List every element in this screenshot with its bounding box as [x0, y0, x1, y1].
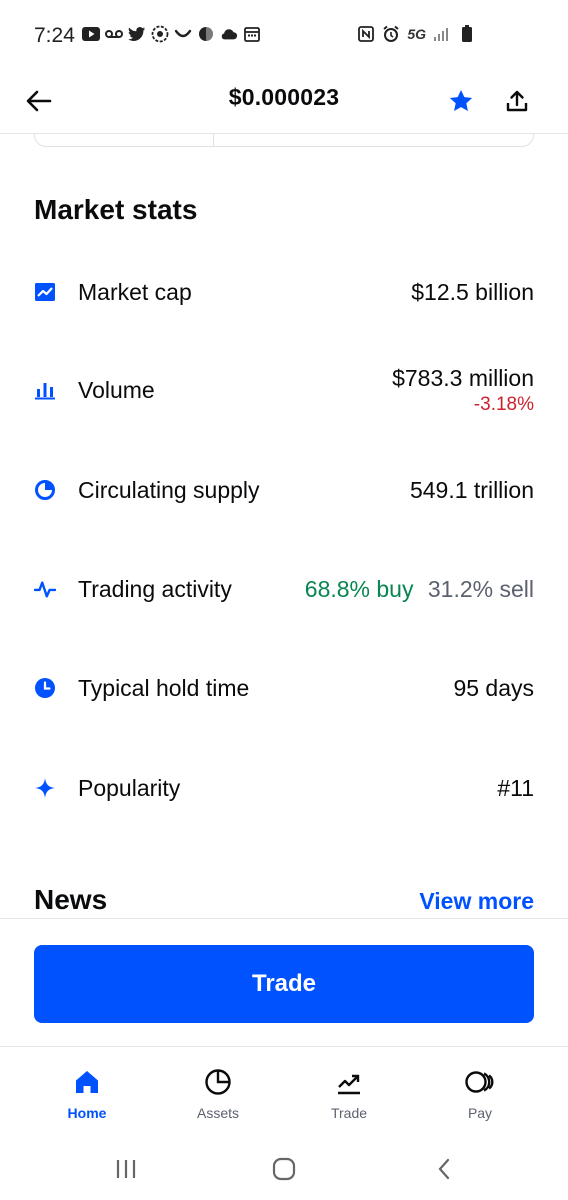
trade-panel: Trade	[0, 918, 568, 1046]
stat-label: Market cap	[78, 278, 192, 305]
scrolled-card-edge	[34, 134, 534, 147]
home-system-button[interactable]	[267, 1152, 301, 1186]
stat-value: 95 days	[453, 674, 534, 701]
sparkle-icon	[34, 777, 56, 799]
stat-row-market-cap[interactable]: Market cap $12.5 billion	[34, 262, 534, 322]
back-system-button[interactable]	[427, 1152, 461, 1186]
trade-button[interactable]: Trade	[34, 945, 534, 1023]
bottom-nav: Home Assets Trade Pay	[0, 1046, 568, 1138]
stat-value: #11	[497, 774, 534, 801]
stat-value: $783.3 million	[392, 364, 534, 391]
nav-assets[interactable]: Assets	[168, 1065, 268, 1121]
nav-home[interactable]: Home	[37, 1065, 137, 1121]
battery-icon	[458, 25, 476, 43]
smile-icon	[174, 25, 192, 43]
pulse-icon	[34, 578, 56, 600]
stat-row-trading-activity[interactable]: Trading activity 68.8% buy 31.2% sell	[34, 559, 534, 619]
page-title: $0.000023	[228, 84, 340, 110]
voicemail-icon	[105, 25, 123, 43]
status-bar: 7:24 5G	[0, 0, 568, 70]
trend-up-icon	[338, 1074, 360, 1095]
android-nav-bar	[0, 1138, 568, 1200]
sell-percentage: 31.2% sell	[427, 575, 534, 602]
signal-app-icon	[151, 25, 169, 43]
stat-label: Popularity	[78, 774, 181, 801]
watchlist-star-button[interactable]	[444, 84, 478, 118]
market-stats-title: Market stats	[34, 194, 198, 225]
status-time: 7:24	[34, 24, 75, 47]
nfc-icon	[357, 25, 375, 43]
star-icon	[449, 89, 473, 111]
nav-label: Assets	[196, 1105, 239, 1121]
news-header: News View more	[34, 884, 534, 920]
stat-value-group: $783.3 million -3.18%	[392, 365, 534, 416]
stat-row-popularity[interactable]: Popularity #11	[34, 758, 534, 818]
chevron-left-icon	[438, 1158, 450, 1180]
nav-label: Trade	[330, 1105, 368, 1121]
youtube-icon	[82, 25, 100, 43]
pie-chart-icon	[34, 479, 56, 501]
pie-chart-icon	[205, 1069, 231, 1095]
nav-trade[interactable]: Trade	[299, 1065, 399, 1121]
cloud-icon	[220, 25, 238, 43]
view-more-link[interactable]: View more	[419, 888, 534, 915]
alarm-icon	[382, 25, 400, 43]
buy-percentage: 68.8% buy	[304, 575, 414, 602]
stat-row-volume[interactable]: Volume $783.3 million -3.18%	[34, 360, 534, 420]
clock-icon	[34, 677, 56, 699]
system-icons: 5G	[357, 25, 476, 43]
stat-row-circulating-supply[interactable]: Circulating supply 549.1 trillion	[34, 460, 534, 520]
stat-label: Trading activity	[78, 575, 258, 603]
share-button[interactable]	[500, 84, 534, 118]
volume-change: -3.18%	[473, 393, 534, 415]
stat-value-group: 68.8% buy 31.2% sell	[305, 576, 534, 603]
network-5g-icon: 5G	[407, 26, 426, 42]
line-chart-icon	[34, 281, 56, 303]
share-icon	[506, 90, 528, 112]
stat-value: $12.5 billion	[411, 278, 534, 305]
home-icon	[76, 1071, 98, 1093]
recent-apps-button[interactable]	[109, 1152, 143, 1186]
asset-header: $0.000023	[0, 70, 568, 134]
news-title: News	[34, 884, 108, 915]
home-circle-icon	[272, 1157, 296, 1181]
stat-label: Volume	[78, 376, 155, 403]
app-icon	[197, 25, 215, 43]
calendar-icon	[243, 25, 261, 43]
twitter-icon	[128, 25, 146, 43]
nav-label: Home	[67, 1105, 107, 1121]
bar-chart-icon	[34, 379, 56, 401]
stat-label: Circulating supply	[78, 476, 260, 503]
nav-pay[interactable]: Pay	[430, 1065, 530, 1121]
nav-label: Pay	[467, 1105, 493, 1121]
notification-icons	[82, 25, 261, 43]
stat-value: 549.1 trillion	[409, 476, 534, 503]
pay-icon	[465, 1071, 494, 1093]
stat-row-typical-hold-time[interactable]: Typical hold time 95 days	[34, 658, 534, 718]
cell-signal-icon	[433, 25, 451, 43]
recent-apps-icon	[116, 1160, 136, 1178]
stat-label: Typical hold time	[78, 674, 250, 701]
